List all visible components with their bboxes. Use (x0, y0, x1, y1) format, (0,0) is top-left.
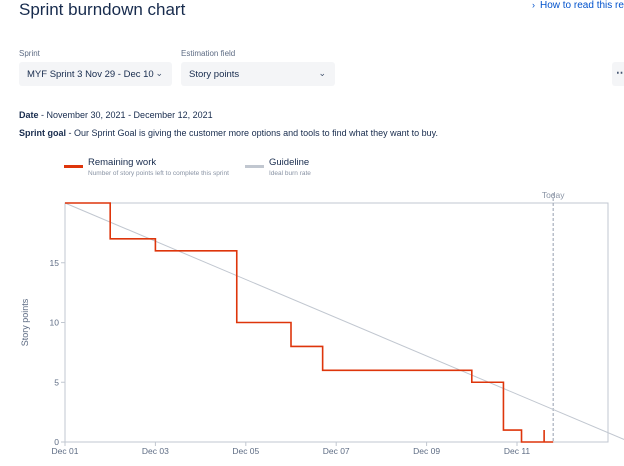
y-tick-label: 15 (50, 258, 60, 268)
y-tick-label: 5 (54, 377, 59, 387)
remaining-work-series (65, 202, 554, 443)
x-tick-label: Dec 01 (52, 446, 79, 456)
y-tick-label: 10 (50, 318, 60, 328)
today-label: Today (542, 190, 565, 200)
y-axis-title: Story points (20, 298, 30, 346)
burndown-chart: 051015Dec 01 Dec 03 Dec 05 Dec 07 Dec 09 Dec … (20, 190, 624, 456)
x-tick-label: Dec 11 (504, 446, 531, 456)
x-tick-label: Dec 03 (142, 446, 169, 456)
x-tick-label: Dec 09 (413, 446, 440, 456)
x-tick-label: Dec 07 (323, 446, 350, 456)
x-tick-label: Dec 05 (232, 446, 259, 456)
